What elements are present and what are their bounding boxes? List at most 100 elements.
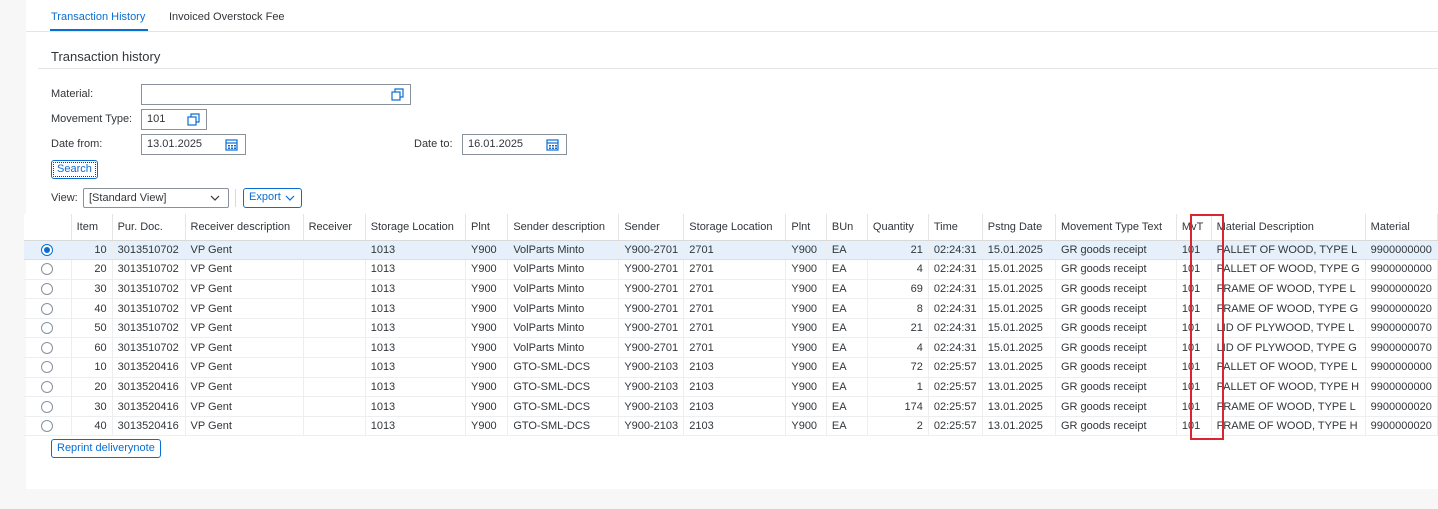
table-row[interactable]: 40 3013520416 VP Gent 1013 Y900 GTO-SML-DCS Y9… — [24, 416, 1438, 437]
table-cell: 3013510702 — [112, 337, 186, 359]
table-row[interactable]: 30 3013520416 VP Gent 1013 Y900 GTO-SML-DCS Y9… — [24, 396, 1438, 417]
table-cell: 101 — [1176, 240, 1212, 261]
table-cell: GTO-SML-DCS — [507, 416, 620, 437]
table-row[interactable]: 50 3013510702 VP Gent 1013 Y900 VolParts Mint… — [24, 318, 1438, 339]
row-selector-cell — [24, 377, 72, 398]
search-button[interactable]: Search — [51, 160, 98, 179]
table-cell: LID OF PLYWOOD, TYPE L — [1211, 318, 1366, 339]
table-cell: VP Gent — [185, 259, 304, 280]
row-selector-cell — [24, 259, 72, 280]
table-cell: 1013 — [365, 416, 466, 437]
table-cell: Y900-2103 — [618, 416, 685, 437]
table-cell: 8 — [867, 298, 929, 319]
table-cell — [303, 240, 366, 261]
column-header[interactable]: Sender — [618, 214, 685, 241]
view-select[interactable]: [Standard View] — [83, 188, 229, 208]
table-cell: Y900-2103 — [618, 396, 685, 417]
table-body: 10 3013510702 VP Gent 1013 Y900 VolParts Mint… — [24, 240, 1438, 437]
table-cell: GR goods receipt — [1055, 357, 1177, 378]
column-header[interactable]: Receiver — [303, 214, 366, 241]
column-header[interactable]: Plnt — [785, 214, 827, 241]
material-input[interactable] — [141, 84, 411, 105]
value-help-icon[interactable] — [187, 113, 200, 126]
column-header[interactable]: Material — [1365, 214, 1438, 241]
tab-invoiced-overstock-fee[interactable]: Invoiced Overstock Fee — [169, 11, 285, 23]
table-cell: 1 — [867, 377, 929, 398]
row-radio-button[interactable] — [41, 341, 54, 354]
reprint-deliverynote-button[interactable]: Reprint deliverynote — [51, 439, 161, 458]
column-header[interactable]: Receiver description — [185, 214, 304, 241]
table-cell: 02:24:31 — [928, 298, 983, 319]
table-cell: 101 — [1176, 298, 1212, 319]
transaction-table: Item Pur. Doc. Receiver description Receive… — [24, 214, 1438, 437]
table-cell: Y900 — [465, 259, 509, 280]
row-radio-button[interactable] — [41, 322, 54, 335]
table-cell: 9900000020 — [1365, 279, 1438, 300]
table-cell: Y900 — [465, 318, 509, 339]
table-cell: 2701 — [683, 318, 787, 339]
column-header[interactable]: Storage Location — [683, 214, 787, 241]
chevron-down-icon — [210, 195, 220, 201]
column-header[interactable]: Time — [928, 214, 983, 241]
column-header[interactable]: Pstng Date — [982, 214, 1056, 241]
row-radio-button[interactable] — [41, 283, 54, 296]
table-cell: GR goods receipt — [1055, 259, 1177, 280]
column-header[interactable]: Pur. Doc. — [112, 214, 186, 241]
table-cell: VP Gent — [185, 357, 304, 378]
column-header[interactable]: BUn — [826, 214, 868, 241]
table-cell: 3013510702 — [112, 318, 186, 339]
table-cell: 40 — [71, 298, 113, 319]
row-radio-button[interactable] — [41, 263, 54, 276]
calendar-icon[interactable] — [225, 138, 238, 151]
table-cell: GR goods receipt — [1055, 240, 1177, 261]
table-cell: 02:25:57 — [928, 396, 983, 417]
tab-transaction-history[interactable]: Transaction History — [51, 11, 145, 23]
table-cell: Y900 — [465, 357, 509, 378]
row-radio-button[interactable] — [41, 361, 54, 374]
table-cell: 1013 — [365, 259, 466, 280]
value-help-icon[interactable] — [391, 88, 404, 101]
table-row[interactable]: 20 3013510702 VP Gent 1013 Y900 VolParts Mint… — [24, 259, 1438, 280]
column-header[interactable]: Storage Location — [365, 214, 466, 241]
row-radio-button[interactable] — [41, 381, 54, 393]
table-cell — [303, 298, 366, 319]
chevron-down-icon — [285, 195, 295, 201]
table-cell: 3013520416 — [112, 357, 186, 378]
date-from-label: Date from: — [51, 138, 103, 150]
table-row[interactable]: 10 3013520416 VP Gent 1013 Y900 GTO-SML-DCS Y9… — [24, 357, 1438, 378]
table-row[interactable]: 20 3013520416 VP Gent 1013 Y900 GTO-SML-DCS Y9… — [24, 377, 1438, 398]
column-header[interactable]: MvT — [1176, 214, 1212, 241]
table-row[interactable]: 30 3013510702 VP Gent 1013 Y900 VolParts Mint… — [24, 279, 1438, 300]
table-cell: FRAME OF WOOD, TYPE G — [1211, 298, 1366, 319]
table-cell: Y900 — [785, 357, 827, 378]
toolbar-separator — [235, 189, 236, 207]
table-cell — [303, 416, 366, 437]
column-header[interactable]: Item — [71, 214, 113, 241]
column-header[interactable]: Material Description — [1211, 214, 1366, 241]
table-row[interactable]: 40 3013510702 VP Gent 1013 Y900 VolParts Mint… — [24, 298, 1438, 319]
row-radio-button[interactable] — [41, 400, 54, 413]
column-header[interactable]: Plnt — [465, 214, 509, 241]
table-row[interactable]: 10 3013510702 VP Gent 1013 Y900 VolParts Mint… — [24, 240, 1438, 261]
table-cell: 9900000000 — [1365, 357, 1438, 378]
row-selector-cell — [24, 240, 72, 261]
column-header[interactable]: Quantity — [867, 214, 929, 241]
export-button[interactable]: Export — [243, 188, 302, 208]
table-cell: 02:24:31 — [928, 318, 983, 339]
table-header: Item Pur. Doc. Receiver description Receive… — [24, 214, 1438, 241]
column-header[interactable]: Sender description — [507, 214, 620, 241]
row-radio-button[interactable] — [41, 302, 54, 315]
table-cell: 1013 — [365, 279, 466, 300]
column-header[interactable]: Movement Type Text — [1055, 214, 1177, 241]
table-cell: 174 — [867, 396, 929, 417]
table-cell: VP Gent — [185, 279, 304, 300]
table-row[interactable]: 60 3013510702 VP Gent 1013 Y900 VolParts Mint… — [24, 337, 1438, 359]
table-cell: 50 — [71, 318, 113, 339]
tab-bar: Transaction History Invoiced Overstock F… — [26, 0, 1438, 32]
table-cell: Y900-2701 — [618, 240, 685, 261]
row-radio-button[interactable] — [41, 420, 54, 433]
table-cell: 3013520416 — [112, 377, 186, 398]
row-radio-button[interactable] — [41, 243, 54, 256]
table-cell: Y900 — [785, 279, 827, 300]
calendar-icon[interactable] — [546, 138, 559, 151]
